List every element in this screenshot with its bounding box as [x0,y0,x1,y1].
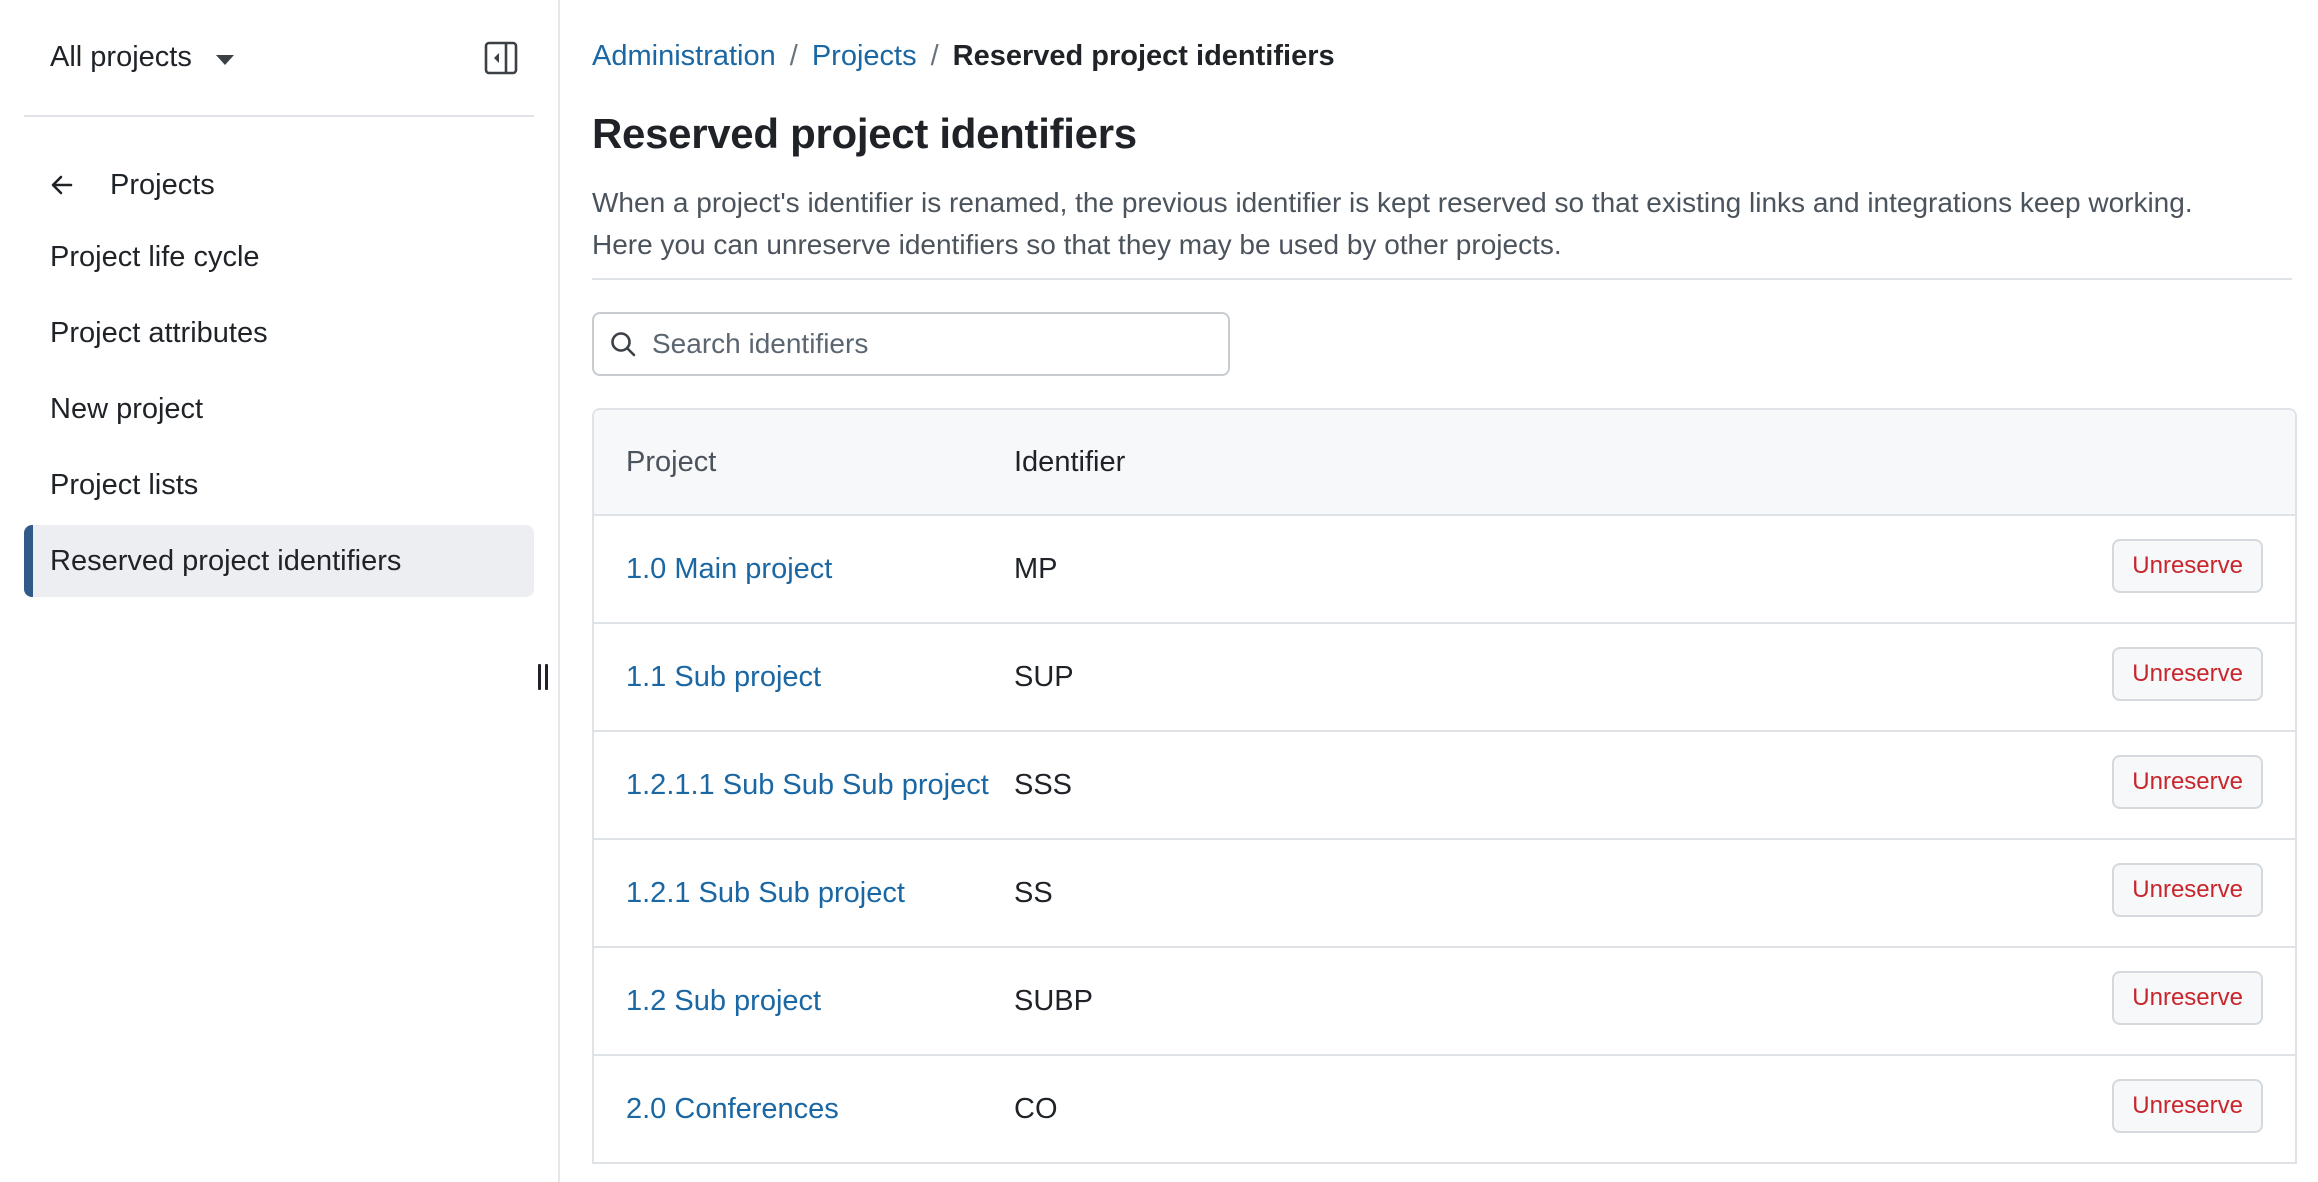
identifier-cell: MP [1014,552,1058,585]
table-row: 1.1 Sub project SUP Unreserve [594,624,2295,732]
column-header-identifier[interactable]: Identifier [1014,446,2095,479]
sidebar-resize-handle[interactable] [536,664,550,698]
sidebar-item-new-project[interactable]: New project [24,373,534,445]
sidebar-item-label: Project attributes [50,316,268,349]
unreserve-button[interactable]: Unreserve [2112,539,2263,593]
column-header-project[interactable]: Project [594,446,1014,479]
app-root: All projects Projects Project life cycle [0,0,2318,1182]
project-link[interactable]: 2.0 Conferences [626,1093,839,1125]
project-link[interactable]: 1.0 Main project [626,553,832,585]
project-select-label: All projects [50,41,192,73]
identifiers-table: Project Identifier 1.0 Main project MP U… [592,408,2297,1164]
unreserve-button[interactable]: Unreserve [2112,755,2263,809]
project-link[interactable]: 1.2 Sub project [626,985,821,1017]
main-content: Administration / Projects / Reserved pro… [560,0,2318,1182]
sidebar-header: All projects [24,0,534,117]
caret-down-icon [215,54,234,65]
sidebar-collapse-icon [484,41,518,74]
unreserve-button[interactable]: Unreserve [2112,971,2263,1025]
sidebar-collapse-button[interactable] [484,41,518,75]
sidebar-item-reserved-project-identifiers[interactable]: Reserved project identifiers [24,525,534,597]
unreserve-button[interactable]: Unreserve [2112,647,2263,701]
back-label: Projects [110,168,215,201]
table-row: 1.2.1 Sub Sub project SS Unreserve [594,840,2295,948]
table-row: 1.2.1.1 Sub Sub Sub project SSS Unreserv… [594,732,2295,840]
description-line: Here you can unreserve identifiers so th… [592,229,1562,260]
breadcrumb: Administration / Projects / Reserved pro… [592,38,2318,74]
search-input[interactable] [652,328,1212,360]
project-select-dropdown[interactable]: All projects [50,41,234,74]
sidebar-item-label: Project lists [50,468,199,501]
breadcrumb-separator: / [930,39,939,72]
project-link[interactable]: 1.2.1.1 Sub Sub Sub project [626,769,989,801]
identifier-cell: SS [1014,876,1053,909]
sidebar-menu: Project life cycle Project attributes Ne… [24,221,534,597]
breadcrumb-current: Reserved project identifiers [952,39,1335,72]
identifier-cell: CO [1014,1092,1058,1125]
search-box [592,312,1230,376]
page-title: Reserved project identifiers [592,110,1137,157]
resize-grip-line [538,664,541,690]
sidebar: All projects Projects Project life cycle [0,0,560,1182]
search-icon [611,332,636,357]
sidebar-item-label: Project life cycle [50,240,260,273]
breadcrumb-administration-link[interactable]: Administration [592,40,776,73]
identifier-cell: SUP [1014,660,1074,693]
unreserve-button[interactable]: Unreserve [2112,1079,2263,1133]
arrow-left-icon [51,175,73,195]
breadcrumb-separator: / [789,39,798,72]
table-row: 1.2 Sub project SUBP Unreserve [594,948,2295,1056]
unreserve-button[interactable]: Unreserve [2112,863,2263,917]
sidebar-item-label: New project [50,392,204,425]
table-row: 2.0 Conferences CO Unreserve [594,1056,2295,1164]
resize-grip-line [545,664,548,690]
description-line: When a project's identifier is renamed, … [592,187,2193,218]
project-link[interactable]: 1.2.1 Sub Sub project [626,877,905,909]
table-row: 1.0 Main project MP Unreserve [594,516,2295,624]
identifier-cell: SUBP [1014,984,1093,1017]
sidebar-item-project-attributes[interactable]: Project attributes [24,297,534,369]
breadcrumb-projects-link[interactable]: Projects [812,40,917,73]
sidebar-item-label: Reserved project identifiers [50,544,402,577]
identifier-cell: SSS [1014,768,1073,801]
page-description: When a project's identifier is renamed, … [592,182,2292,280]
sidebar-item-project-lists[interactable]: Project lists [24,449,534,521]
project-link[interactable]: 1.1 Sub project [626,661,821,693]
table-header: Project Identifier [594,410,2295,516]
back-to-projects-link[interactable]: Projects [24,165,534,205]
sidebar-item-project-life-cycle[interactable]: Project life cycle [24,221,534,293]
